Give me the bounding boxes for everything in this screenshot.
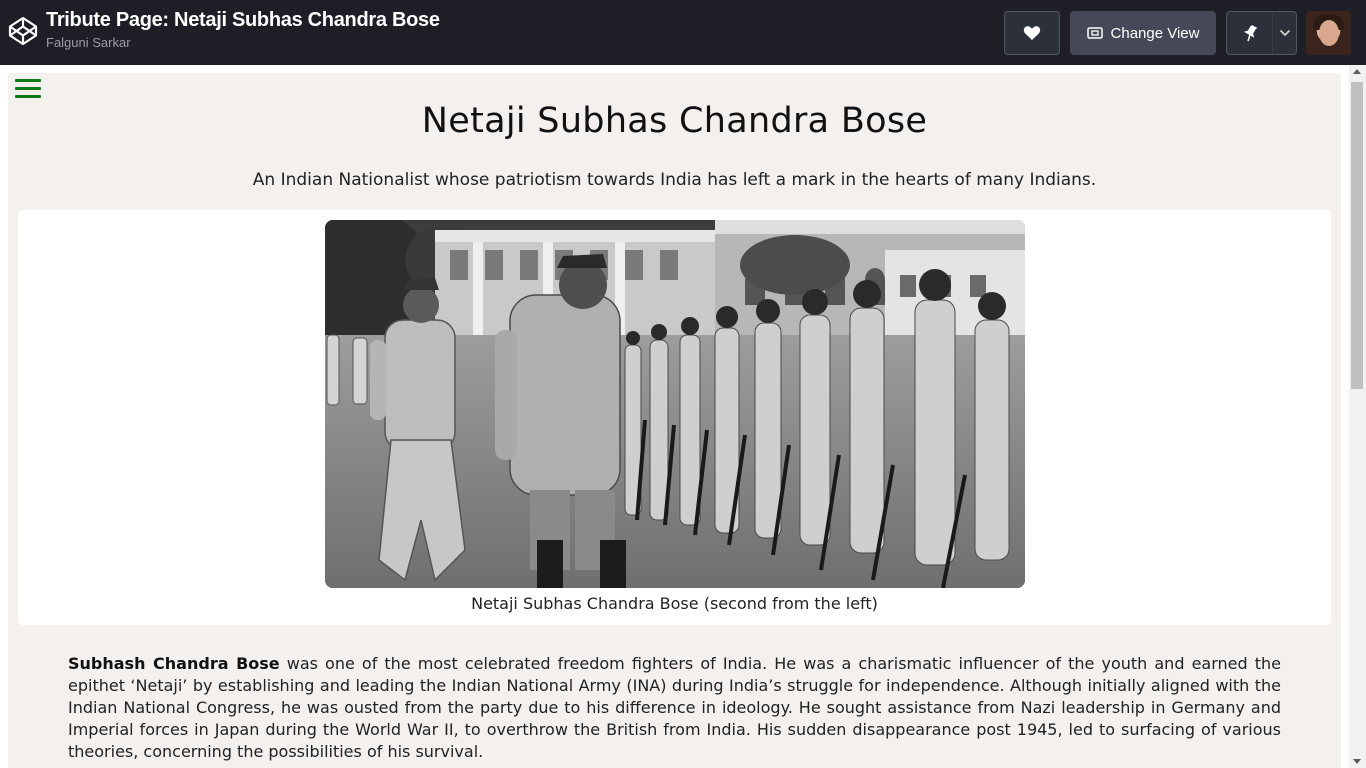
page-title: Netaji Subhas Chandra Bose <box>421 101 928 141</box>
change-view-button[interactable]: Change View <box>1070 11 1216 55</box>
pen-author[interactable]: Falguni Sarkar <box>46 35 440 50</box>
pin-dropdown-button[interactable] <box>1272 11 1297 55</box>
pen-title: Tribute Page: Netaji Subhas Chandra Bose <box>46 9 440 31</box>
chevron-down-icon <box>1279 29 1290 37</box>
heart-icon <box>1023 26 1041 40</box>
bio-name: Subhash Chandra Bose <box>68 654 280 673</box>
change-view-label: Change View <box>1110 24 1200 42</box>
like-button[interactable] <box>1004 11 1060 55</box>
tribute-page: Netaji Subhas Chandra Bose An Indian Nat… <box>8 73 1341 768</box>
avatar-face <box>1319 20 1339 46</box>
scroll-thumb[interactable] <box>1351 82 1363 389</box>
tribute-photo <box>325 220 1025 588</box>
vertical-scrollbar[interactable] <box>1349 65 1366 768</box>
photo-graphic <box>325 220 1025 588</box>
bio-paragraph: Subhash Chandra Bose was one of the most… <box>68 653 1281 763</box>
hamburger-menu-icon[interactable] <box>15 79 41 99</box>
change-view-icon <box>1086 27 1103 39</box>
preview-viewport: Netaji Subhas Chandra Bose An Indian Nat… <box>0 65 1366 768</box>
pin-button[interactable] <box>1226 11 1272 55</box>
scroll-down-arrow-icon[interactable] <box>1353 759 1361 764</box>
image-caption: Netaji Subhas Chandra Bose (second from … <box>471 594 878 613</box>
scroll-up-arrow-icon[interactable] <box>1353 69 1361 74</box>
pen-title-block: Tribute Page: Netaji Subhas Chandra Bose… <box>46 9 440 50</box>
codepen-header: Tribute Page: Netaji Subhas Chandra Bose… <box>0 0 1366 65</box>
image-figure: Netaji Subhas Chandra Bose (second from … <box>18 210 1331 625</box>
page-subtitle: An Indian Nationalist whose patriotism t… <box>252 170 1097 190</box>
codepen-logo-icon[interactable] <box>7 15 39 47</box>
pin-icon <box>1243 25 1257 42</box>
user-avatar[interactable] <box>1306 11 1351 55</box>
